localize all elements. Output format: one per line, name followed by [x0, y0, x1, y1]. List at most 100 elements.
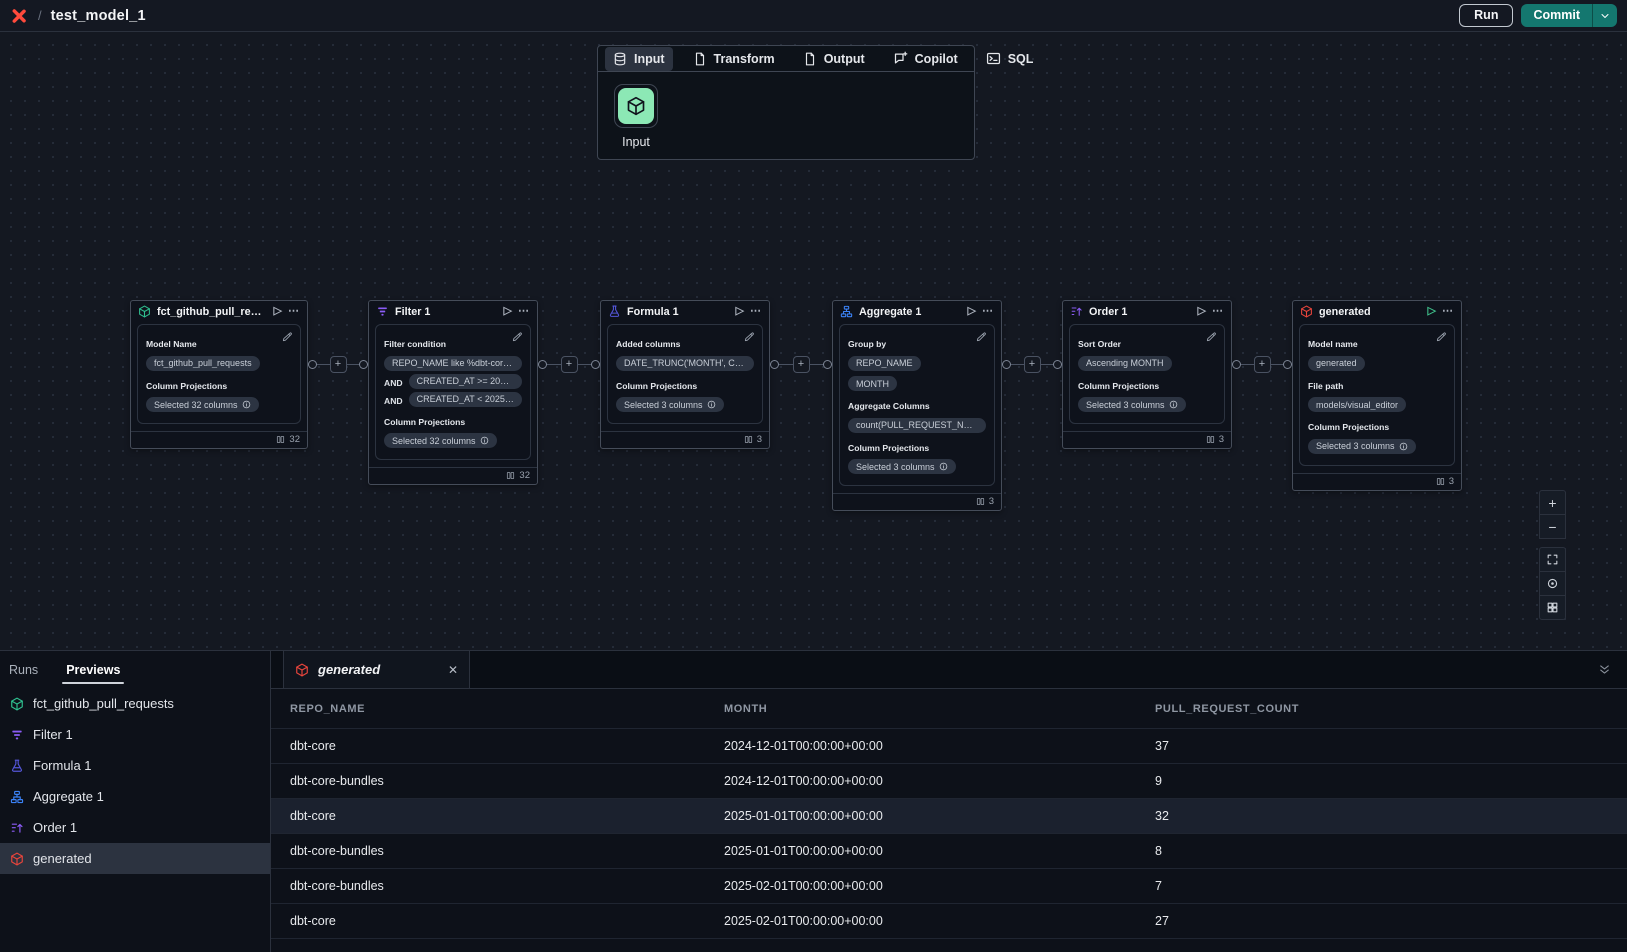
input-port[interactable] — [1283, 360, 1292, 369]
sidebar-item-formula-1[interactable]: Formula 1 — [0, 750, 270, 781]
node-fct-github-pull-requests[interactable]: fct_github_pull_requests ▷ ⋯ Model Name … — [130, 300, 308, 449]
add-node-button[interactable]: + — [1254, 356, 1271, 373]
column-count: 32 — [289, 434, 300, 445]
commit-dropdown-button[interactable] — [1592, 4, 1617, 27]
filter-condition-pill[interactable]: REPO_NAME like %dbt-core% — [384, 356, 522, 371]
node-footer: 3 — [833, 493, 1001, 510]
table-row[interactable]: dbt-core-bundles 2025-02-01T00:00:00+00:… — [271, 869, 1627, 904]
tab-copilot[interactable]: Copilot — [879, 46, 972, 71]
pipeline-canvas[interactable]: Input Transform Output Copilot SQL — [0, 32, 1627, 650]
collapse-panel-button[interactable] — [1598, 663, 1611, 676]
column-header-month[interactable]: MONTH — [724, 703, 1155, 715]
zoom-out-button[interactable]: − — [1539, 514, 1566, 539]
tab-runs[interactable]: Runs — [9, 651, 38, 688]
added-columns-pill[interactable]: DATE_TRUNC('MONTH', CREATED_AT... — [616, 356, 754, 371]
output-port[interactable] — [1232, 360, 1241, 369]
preview-tab-generated[interactable]: generated ✕ — [283, 651, 470, 688]
node-generated[interactable]: generated ▷ ⋯ Model name generated File … — [1292, 300, 1462, 491]
dbt-logo-icon[interactable] — [10, 7, 28, 25]
play-icon[interactable]: ▷ — [736, 306, 744, 317]
file-path-pill[interactable]: models/visual_editor — [1308, 397, 1406, 412]
table-row[interactable]: dbt-core-bundles 2024-12-01T00:00:00+00:… — [271, 764, 1627, 799]
edit-pencil-icon[interactable] — [1206, 331, 1217, 342]
add-node-button[interactable]: + — [330, 356, 347, 373]
column-projections-pill[interactable]: Selected 32 columns — [146, 397, 259, 412]
node-order-1[interactable]: Order 1 ▷ ⋯ Sort Order Ascending MONTH C… — [1062, 300, 1232, 449]
column-header-repo-name[interactable]: REPO_NAME — [290, 703, 724, 715]
play-icon[interactable]: ▷ — [274, 306, 282, 317]
more-menu-icon[interactable]: ⋯ — [1212, 306, 1224, 317]
add-node-button[interactable]: + — [1024, 356, 1041, 373]
table-row-highlighted[interactable]: dbt-core 2025-01-01T00:00:00+00:00 32 — [271, 799, 1627, 834]
aggregate-columns-pill[interactable]: count(PULL_REQUEST_NUMBER) as ... — [848, 418, 986, 433]
table-row[interactable]: dbt-core 2024-12-01T00:00:00+00:00 37 — [271, 729, 1627, 764]
sidebar-item-fct-github-pull-requests[interactable]: fct_github_pull_requests — [0, 688, 270, 719]
model-name-pill[interactable]: generated — [1308, 356, 1365, 371]
output-port[interactable] — [308, 360, 317, 369]
tab-input[interactable]: Input — [598, 46, 679, 71]
tab-transform[interactable]: Transform — [679, 46, 789, 71]
more-menu-icon[interactable]: ⋯ — [750, 306, 762, 317]
sidebar-item-aggregate-1[interactable]: Aggregate 1 — [0, 781, 270, 812]
column-projections-pill[interactable]: Selected 3 columns — [1078, 397, 1186, 412]
node-filter-1[interactable]: Filter 1 ▷ ⋯ Filter condition REPO_NAME … — [368, 300, 538, 485]
tab-sql[interactable]: SQL — [972, 46, 1048, 71]
palette-item-input[interactable]: Input — [614, 84, 658, 149]
edit-pencil-icon[interactable] — [976, 331, 987, 342]
input-port[interactable] — [823, 360, 832, 369]
locate-button[interactable] — [1539, 571, 1566, 596]
zoom-in-button[interactable]: + — [1539, 490, 1566, 515]
edge-1: + — [308, 355, 368, 373]
commit-button[interactable]: Commit — [1521, 4, 1592, 27]
table-row[interactable]: dbt-core-bundles 2025-01-01T00:00:00+00:… — [271, 834, 1627, 869]
layout-grid-button[interactable] — [1539, 595, 1566, 620]
play-icon[interactable]: ▷ — [504, 306, 512, 317]
sort-order-pill[interactable]: Ascending MONTH — [1078, 356, 1172, 371]
tab-previews[interactable]: Previews — [66, 651, 120, 688]
play-icon[interactable]: ▷ — [1198, 306, 1206, 317]
add-node-button[interactable]: + — [793, 356, 810, 373]
edit-pencil-icon[interactable] — [744, 331, 755, 342]
column-header-pull-request-count[interactable]: PULL_REQUEST_COUNT — [1155, 703, 1627, 715]
cell-pull-request-count: 37 — [1155, 739, 1627, 753]
more-menu-icon[interactable]: ⋯ — [518, 306, 530, 317]
more-menu-icon[interactable]: ⋯ — [1442, 306, 1454, 317]
output-port[interactable] — [770, 360, 779, 369]
group-by-pill[interactable]: REPO_NAME — [848, 356, 921, 371]
output-port[interactable] — [538, 360, 547, 369]
sidebar-item-generated[interactable]: generated — [0, 843, 270, 874]
columns-icon — [276, 435, 285, 444]
node-aggregate-1[interactable]: Aggregate 1 ▷ ⋯ Group by REPO_NAME MONTH… — [832, 300, 1002, 511]
group-by-pill[interactable]: MONTH — [848, 376, 897, 391]
column-projections-pill[interactable]: Selected 3 columns — [848, 459, 956, 474]
fit-view-button[interactable] — [1539, 547, 1566, 572]
columns-icon — [1206, 435, 1215, 444]
model-name-pill[interactable]: fct_github_pull_requests — [146, 356, 260, 371]
input-port[interactable] — [359, 360, 368, 369]
output-port[interactable] — [1002, 360, 1011, 369]
tab-output[interactable]: Output — [789, 46, 879, 71]
column-projections-pill[interactable]: Selected 3 columns — [616, 397, 724, 412]
node-formula-1[interactable]: Formula 1 ▷ ⋯ Added columns DATE_TRUNC('… — [600, 300, 770, 449]
column-projections-pill[interactable]: Selected 32 columns — [384, 433, 497, 448]
column-projections-pill[interactable]: Selected 3 columns — [1308, 439, 1416, 454]
filter-condition-pill[interactable]: CREATED_AT < 2025-03-01 — [409, 392, 522, 407]
edit-pencil-icon[interactable] — [512, 331, 523, 342]
input-port[interactable] — [591, 360, 600, 369]
more-menu-icon[interactable]: ⋯ — [982, 306, 994, 317]
sidebar-item-order-1[interactable]: Order 1 — [0, 812, 270, 843]
more-menu-icon[interactable]: ⋯ — [288, 306, 300, 317]
close-icon[interactable]: ✕ — [448, 663, 458, 677]
input-port[interactable] — [1053, 360, 1062, 369]
edit-pencil-icon[interactable] — [1436, 331, 1447, 342]
filter-condition-pill[interactable]: CREATED_AT >= 2024-12-01 — [409, 374, 522, 389]
play-icon[interactable]: ▷ — [968, 306, 976, 317]
sidebar-item-filter-1[interactable]: Filter 1 — [0, 719, 270, 750]
edit-pencil-icon[interactable] — [282, 331, 293, 342]
add-node-button[interactable]: + — [561, 356, 578, 373]
column-count: 3 — [1219, 434, 1224, 445]
play-icon[interactable]: ▷ — [1428, 306, 1436, 317]
table-row[interactable]: dbt-core 2025-02-01T00:00:00+00:00 27 — [271, 904, 1627, 939]
cell-repo-name: dbt-core-bundles — [290, 879, 724, 893]
run-button[interactable]: Run — [1459, 4, 1513, 27]
